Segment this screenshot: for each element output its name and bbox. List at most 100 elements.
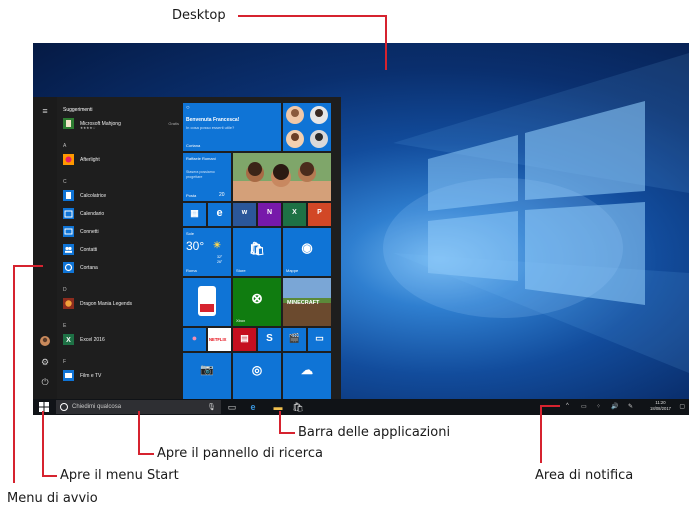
section-letter-f[interactable]: F (63, 359, 66, 365)
connect-tile-icon: ▭ (315, 333, 324, 343)
clock-date: 18/08/2017 (650, 406, 671, 411)
map-pin-icon: ◉ (301, 240, 313, 255)
callout-line-notify-v (540, 405, 542, 463)
list-item-mahjong[interactable]: Microsoft Mahjong ★★★★☆ Gratis (63, 118, 179, 130)
skype-icon: S (266, 333, 273, 344)
mahjong-icon (63, 118, 74, 129)
list-item-cortana[interactable]: Cortana (63, 262, 179, 274)
tile-film-tv[interactable]: 🎬 (283, 328, 306, 351)
tile-excel[interactable]: X (283, 203, 306, 226)
windows-start-icon[interactable] (39, 402, 49, 412)
calendar-tile-icon: ▦ (190, 208, 199, 218)
calculator-icon (63, 190, 74, 201)
section-letter-c[interactable]: C (63, 179, 67, 185)
list-item-calcolatrice[interactable]: Calcolatrice (63, 190, 179, 202)
live-tiles: ○ Benvenuta Francesca! In cosa posso ess… (183, 103, 341, 399)
store-bag-icon: 🛍 (248, 241, 266, 256)
section-letter-d[interactable]: D (63, 287, 67, 293)
suggestions-heading: Suggerimenti (63, 107, 93, 113)
tile-maps[interactable]: ◉ Mappe (283, 228, 331, 276)
microphone-icon[interactable]: 🎙 (207, 403, 216, 411)
contacts-icon (63, 244, 74, 255)
cloud-icon: ☁ (301, 363, 313, 377)
film-clapper-icon: 🎬 (288, 333, 301, 343)
list-item-contatti[interactable]: Contatti (63, 244, 179, 256)
callout-line-taskbar-v (279, 411, 281, 433)
label-barra-applicazioni: Barra delle applicazioni (298, 425, 451, 440)
tile-news[interactable]: ▤ (233, 328, 256, 351)
label-apre-pannello-ricerca: Apre il pannello di ricerca (157, 446, 323, 461)
desktop-screen: ≡ ⚙ ⏻ Suggerimenti Microsoft Mahjong ★★★… (33, 43, 689, 415)
edge-taskbar-icon[interactable]: e (247, 401, 259, 413)
section-letter-a[interactable]: A (63, 143, 66, 149)
start-rail: ≡ ⚙ ⏻ (33, 97, 57, 399)
cortana-ring-icon: ○ (186, 105, 190, 111)
onenote-icon: N (266, 209, 273, 216)
tile-photos[interactable] (233, 153, 331, 201)
tile-onedrive[interactable]: ☁ (283, 353, 331, 399)
edge-icon: e (216, 207, 223, 219)
tile-skype[interactable]: S (258, 328, 281, 351)
start-menu[interactable]: ≡ ⚙ ⏻ Suggerimenti Microsoft Mahjong ★★★… (33, 97, 341, 399)
family-photo (233, 153, 331, 201)
tile-word[interactable]: w (233, 203, 256, 226)
tile-mail[interactable]: Raffaele Romani Stasera possiamo progett… (183, 153, 231, 201)
tile-serie-a[interactable]: SERIE A TIM (183, 278, 231, 326)
tile-minecraft[interactable]: MINECRAFT (283, 278, 331, 326)
hamburger-icon[interactable]: ≡ (39, 105, 51, 117)
callout-line-search-h (138, 453, 154, 455)
volume-icon[interactable]: 🔊 (611, 403, 618, 410)
chevron-up-icon[interactable]: ^ (566, 403, 569, 409)
task-view-icon[interactable]: ▭ (226, 401, 238, 413)
section-letter-e[interactable]: E (63, 323, 66, 329)
list-item-afterlight[interactable]: Afterlight (63, 154, 179, 166)
pen-icon[interactable]: ✎ (628, 403, 633, 410)
cortana-icon (63, 262, 74, 273)
label-area-notifica: Area di notifica (535, 468, 634, 483)
word-icon: w (241, 209, 248, 216)
tile-powerpoint[interactable]: P (308, 203, 331, 226)
powerpoint-icon: P (317, 209, 322, 216)
tile-netflix[interactable]: NETFLIX (208, 328, 231, 351)
search-placeholder: Chiedimi qualcosa (72, 404, 122, 410)
system-clock[interactable]: 11:20 18/08/2017 (650, 400, 671, 412)
tile-onenote[interactable]: N (258, 203, 281, 226)
power-icon[interactable]: ⏻ (39, 376, 51, 388)
tile-groove[interactable]: ● (183, 328, 206, 351)
tile-groove-music[interactable]: ◎ (233, 353, 281, 399)
action-center-icon[interactable]: ▢ (679, 403, 685, 410)
label-menu-di-avvio: Menu di avvio (7, 491, 98, 506)
file-explorer-icon[interactable]: ▬ (272, 401, 284, 413)
connect-icon (63, 226, 74, 237)
cortana-search-icon (60, 403, 68, 411)
sun-icon: ☀ (213, 240, 222, 250)
list-item-connetti[interactable]: Connetti (63, 226, 179, 238)
camera-icon: 📷 (200, 364, 214, 376)
tile-people[interactable] (283, 103, 331, 151)
network-icon[interactable]: ⁘ (596, 403, 601, 410)
music-pin-icon: ● (191, 333, 198, 343)
news-icon: ▤ (240, 333, 249, 343)
battery-icon[interactable]: ▭ (581, 403, 587, 410)
afterlight-icon (63, 154, 74, 165)
callout-line-taskbar-h (279, 432, 295, 434)
list-item-calendario[interactable]: Calendario (63, 208, 179, 220)
tile-calendar[interactable]: ▦ (183, 203, 206, 226)
callout-line-start-h (42, 475, 57, 477)
callout-line-start-v (42, 411, 44, 476)
tile-edge[interactable]: e (208, 203, 231, 226)
list-item-dragon[interactable]: Dragon Mania Legends (63, 298, 179, 310)
list-item-film[interactable]: Film e TV (63, 370, 179, 382)
settings-gear-icon[interactable]: ⚙ (39, 356, 51, 368)
tile-xbox[interactable]: ⊗ Xbox (233, 278, 281, 326)
tile-store[interactable]: 🛍 Store (233, 228, 281, 276)
callout-line-menu-h (13, 265, 43, 267)
dragon-icon (63, 298, 74, 309)
tile-connect[interactable]: ▭ (308, 328, 331, 351)
user-avatar[interactable] (39, 335, 51, 347)
tile-weather[interactable]: Sole 30° ☀ 32° 26° Roma (183, 228, 231, 276)
list-item-excel[interactable]: X Excel 2016 (63, 334, 179, 346)
tile-camera[interactable]: 📷 (183, 353, 231, 399)
tile-cortana[interactable]: ○ Benvenuta Francesca! In cosa posso ess… (183, 103, 281, 151)
store-taskbar-icon[interactable]: 🛍 (292, 401, 304, 413)
